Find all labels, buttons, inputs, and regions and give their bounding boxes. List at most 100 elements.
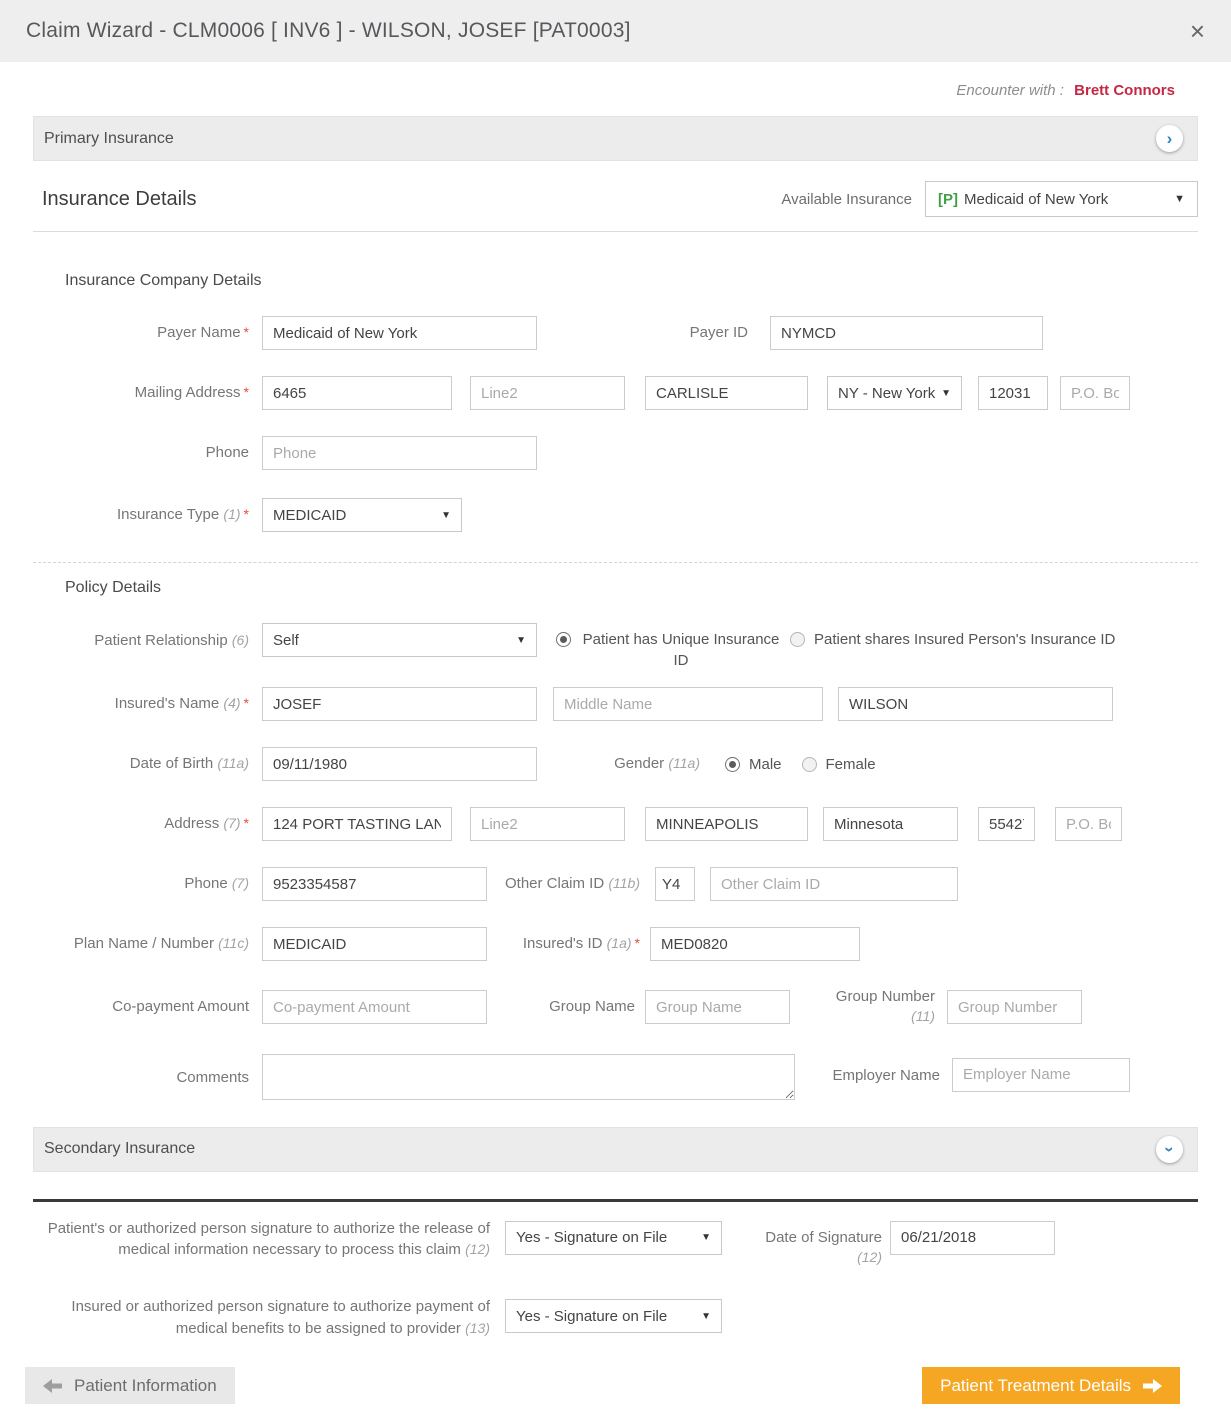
address-line1-input[interactable] — [262, 807, 452, 841]
address-city-input[interactable] — [645, 807, 808, 841]
dob-input[interactable] — [262, 747, 537, 781]
patient-relationship-select[interactable]: Self ▼ — [262, 623, 537, 657]
chevron-right-icon[interactable]: › — [1156, 125, 1183, 152]
plan-insuredid-row: Plan Name / Number (11c) Insured's ID (1… — [25, 927, 1206, 961]
next-button-label: Patient Treatment Details — [940, 1376, 1131, 1396]
close-icon[interactable]: × — [1190, 18, 1205, 44]
plan-name-label: Plan Name / Number — [74, 935, 214, 952]
caret-down-icon: ▼ — [516, 635, 526, 646]
assignment-signature-row: Insured or authorized person signature t… — [25, 1296, 1206, 1340]
insurance-type-row: Insurance Type (1)* MEDICAID ▼ — [25, 498, 1206, 532]
mailing-zip-input[interactable] — [978, 376, 1048, 410]
company-phone-row: Phone — [25, 436, 1206, 470]
encounter-with-label: Encounter with : — [956, 82, 1064, 99]
chevron-down-icon[interactable]: › — [1156, 1136, 1183, 1163]
phone7-input[interactable] — [262, 867, 487, 901]
assignment-signature-select[interactable]: Yes - Signature on File ▼ — [505, 1299, 722, 1333]
release-signature-label: Patient's or authorized person signature… — [48, 1220, 490, 1259]
mailing-address-label: Mailing Address — [135, 384, 241, 401]
group-name-input[interactable] — [645, 990, 790, 1024]
company-details-title: Insurance Company Details — [65, 272, 1231, 290]
radio-gender-female[interactable]: Female — [802, 754, 876, 775]
primary-flag: [P] — [938, 191, 958, 208]
patient-information-button[interactable]: Patient Information — [25, 1367, 235, 1404]
arrow-right-icon — [1143, 1379, 1162, 1393]
other-claim-id-input[interactable] — [710, 867, 958, 901]
caret-down-icon: ▼ — [1174, 193, 1185, 205]
group-number-label: Group Number — [836, 988, 935, 1005]
patient-treatment-details-button[interactable]: Patient Treatment Details — [922, 1367, 1180, 1404]
available-insurance-select[interactable]: [P] Medicaid of New York ▼ — [925, 181, 1198, 217]
address-label: Address — [164, 815, 219, 832]
copay-input[interactable] — [262, 990, 487, 1024]
payer-name-label: Payer Name — [157, 324, 240, 341]
secondary-insurance-title: Secondary Insurance — [44, 1140, 195, 1158]
comments-employer-row: Comments Employer Name — [25, 1054, 1206, 1100]
mailing-line1-input[interactable] — [262, 376, 452, 410]
address-pobox-input[interactable] — [1055, 807, 1122, 841]
address-line2-input[interactable] — [470, 807, 625, 841]
address-state-input[interactable] — [823, 807, 958, 841]
caret-down-icon: ▼ — [441, 510, 451, 521]
radio-gender-male[interactable]: Male — [725, 754, 782, 775]
encounter-provider-name[interactable]: Brett Connors — [1074, 82, 1175, 99]
insurance-type-select[interactable]: MEDICAID ▼ — [262, 498, 462, 532]
mailing-state-value: NY - New York — [838, 385, 935, 402]
caret-down-icon: ▼ — [941, 388, 951, 399]
required-marker: * — [244, 815, 249, 831]
mailing-pobox-input[interactable] — [1060, 376, 1130, 410]
comments-label: Comments — [25, 1068, 262, 1088]
insured-address-row: Address (7)* — [25, 807, 1206, 841]
radio-checked-icon[interactable] — [556, 632, 571, 647]
mailing-city-input[interactable] — [645, 376, 808, 410]
radio-unchecked-icon[interactable] — [790, 632, 805, 647]
encounter-line: Encounter with : Brett Connors — [0, 62, 1231, 99]
radio-checked-icon[interactable] — [725, 757, 740, 772]
payer-id-label: Payer ID — [613, 323, 748, 343]
secondary-insurance-accordion[interactable]: Secondary Insurance › — [33, 1127, 1198, 1172]
comments-textarea[interactable] — [262, 1054, 795, 1100]
wizard-footer: Patient Information Patient Treatment De… — [0, 1367, 1231, 1404]
window-title: Claim Wizard - CLM0006 [ INV6 ] - WILSON… — [26, 19, 631, 43]
radio-unique-label: Patient has Unique Insurance ID — [580, 629, 782, 671]
insurance-type-label: Insurance Type — [117, 506, 219, 523]
policy-details-title: Policy Details — [65, 579, 1231, 597]
date-of-signature-label: Date of Signature — [765, 1229, 882, 1246]
assignment-signature-label: Insured or authorized person signature t… — [71, 1298, 490, 1337]
copay-label: Co-payment Amount — [25, 997, 262, 1017]
address-zip-input[interactable] — [978, 807, 1035, 841]
dob-label: Date of Birth — [130, 755, 213, 772]
radio-unchecked-icon[interactable] — [802, 757, 817, 772]
group-number-input[interactable] — [947, 990, 1082, 1024]
male-label: Male — [749, 754, 782, 775]
employer-name-input[interactable] — [952, 1058, 1130, 1092]
insurance-type-value: MEDICAID — [273, 507, 346, 524]
radio-shares-insurance-id[interactable]: Patient shares Insured Person's Insuranc… — [790, 629, 1115, 650]
required-marker: * — [244, 695, 249, 711]
company-phone-input[interactable] — [262, 436, 537, 470]
primary-insurance-accordion[interactable]: Primary Insurance › — [33, 116, 1198, 161]
release-signature-select[interactable]: Yes - Signature on File ▼ — [505, 1221, 722, 1255]
group-name-label: Group Name — [545, 997, 635, 1017]
insurance-details-title: Insurance Details — [42, 188, 197, 211]
insurance-details-header: Insurance Details Available Insurance [P… — [33, 181, 1198, 232]
release-signature-value: Yes - Signature on File — [516, 1229, 667, 1246]
available-insurance-value: Medicaid of New York — [964, 191, 1108, 208]
back-button-label: Patient Information — [74, 1376, 217, 1396]
payer-name-input[interactable] — [262, 316, 537, 350]
required-marker: * — [635, 935, 640, 951]
radio-shares-label: Patient shares Insured Person's Insuranc… — [814, 629, 1115, 650]
plan-name-input[interactable] — [262, 927, 487, 961]
insured-id-input[interactable] — [650, 927, 860, 961]
mailing-state-select[interactable]: NY - New York ▼ — [827, 376, 962, 410]
other-claim-qualifier-input[interactable] — [655, 867, 695, 901]
insured-middle-name-input[interactable] — [553, 687, 823, 721]
patient-relationship-value: Self — [273, 632, 299, 649]
payer-id-input[interactable] — [770, 316, 1043, 350]
date-of-signature-input[interactable] — [890, 1221, 1055, 1255]
insured-first-name-input[interactable] — [262, 687, 537, 721]
patient-relationship-row: Patient Relationship (6) Self ▼ Patient … — [25, 623, 1206, 671]
mailing-line2-input[interactable] — [470, 376, 625, 410]
radio-unique-insurance-id[interactable]: Patient has Unique Insurance ID — [556, 629, 782, 671]
insured-last-name-input[interactable] — [838, 687, 1113, 721]
